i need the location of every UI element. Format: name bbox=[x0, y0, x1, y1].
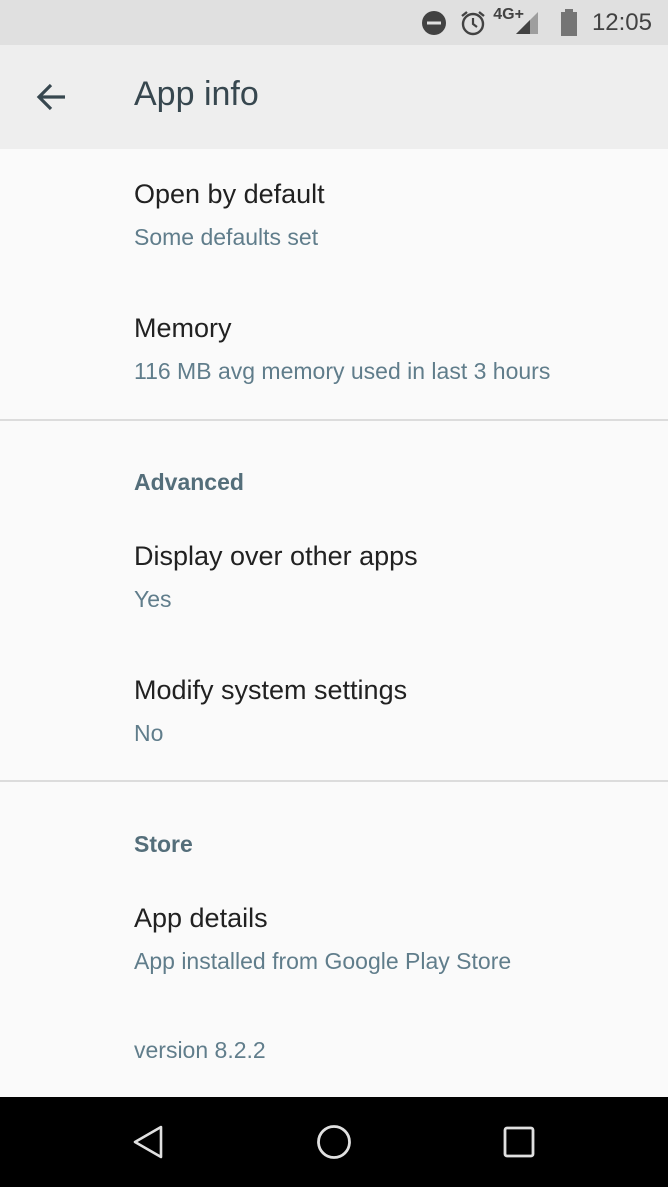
page-title: App info bbox=[134, 75, 259, 113]
display-over-other-apps-item[interactable]: Display over other apps Yes bbox=[0, 511, 668, 645]
navigation-bar bbox=[0, 1097, 668, 1187]
item-title: Display over other apps bbox=[134, 541, 418, 571]
divider bbox=[0, 780, 668, 782]
item-summary: 116 MB avg memory used in last 3 hours bbox=[134, 358, 551, 384]
nav-back-button[interactable] bbox=[118, 1112, 178, 1172]
modify-system-settings-item[interactable]: Modify system settings No bbox=[0, 645, 668, 779]
item-summary: No bbox=[134, 720, 164, 746]
settings-list: Open by default Some defaults set Memory… bbox=[0, 149, 668, 1097]
back-triangle-icon bbox=[133, 1125, 163, 1159]
back-button[interactable] bbox=[20, 69, 84, 125]
item-title: Modify system settings bbox=[134, 675, 408, 705]
item-title: App details bbox=[134, 903, 268, 933]
battery-icon bbox=[560, 8, 578, 37]
status-bar: 4G+ 12:05 bbox=[0, 0, 668, 45]
memory-item[interactable]: Memory 116 MB avg memory used in last 3 … bbox=[0, 283, 668, 417]
divider bbox=[0, 419, 668, 421]
item-summary: Some defaults set bbox=[134, 224, 319, 250]
item-summary: App installed from Google Play Store bbox=[134, 948, 512, 974]
app-details-item[interactable]: App details App installed from Google Pl… bbox=[0, 873, 668, 1007]
nav-home-button[interactable] bbox=[304, 1112, 364, 1172]
network-type-label: 4G+ bbox=[493, 5, 524, 23]
nav-recents-button[interactable] bbox=[489, 1112, 549, 1172]
item-title: Open by default bbox=[134, 179, 325, 209]
section-header-store: Store bbox=[134, 831, 193, 857]
arrow-back-icon bbox=[36, 83, 65, 111]
open-by-default-item[interactable]: Open by default Some defaults set bbox=[0, 149, 668, 283]
home-circle-icon bbox=[317, 1125, 351, 1159]
alarm-icon bbox=[459, 9, 487, 37]
version-text: version 8.2.2 bbox=[134, 1037, 266, 1063]
recents-square-icon bbox=[503, 1126, 535, 1158]
status-icons: 4G+ 12:05 bbox=[421, 0, 668, 45]
section-header-advanced: Advanced bbox=[134, 469, 244, 495]
app-bar: App info bbox=[0, 45, 668, 149]
item-title: Memory bbox=[134, 313, 232, 343]
item-summary: Yes bbox=[134, 586, 172, 612]
do-not-disturb-icon bbox=[421, 10, 447, 36]
status-time: 12:05 bbox=[591, 8, 652, 36]
